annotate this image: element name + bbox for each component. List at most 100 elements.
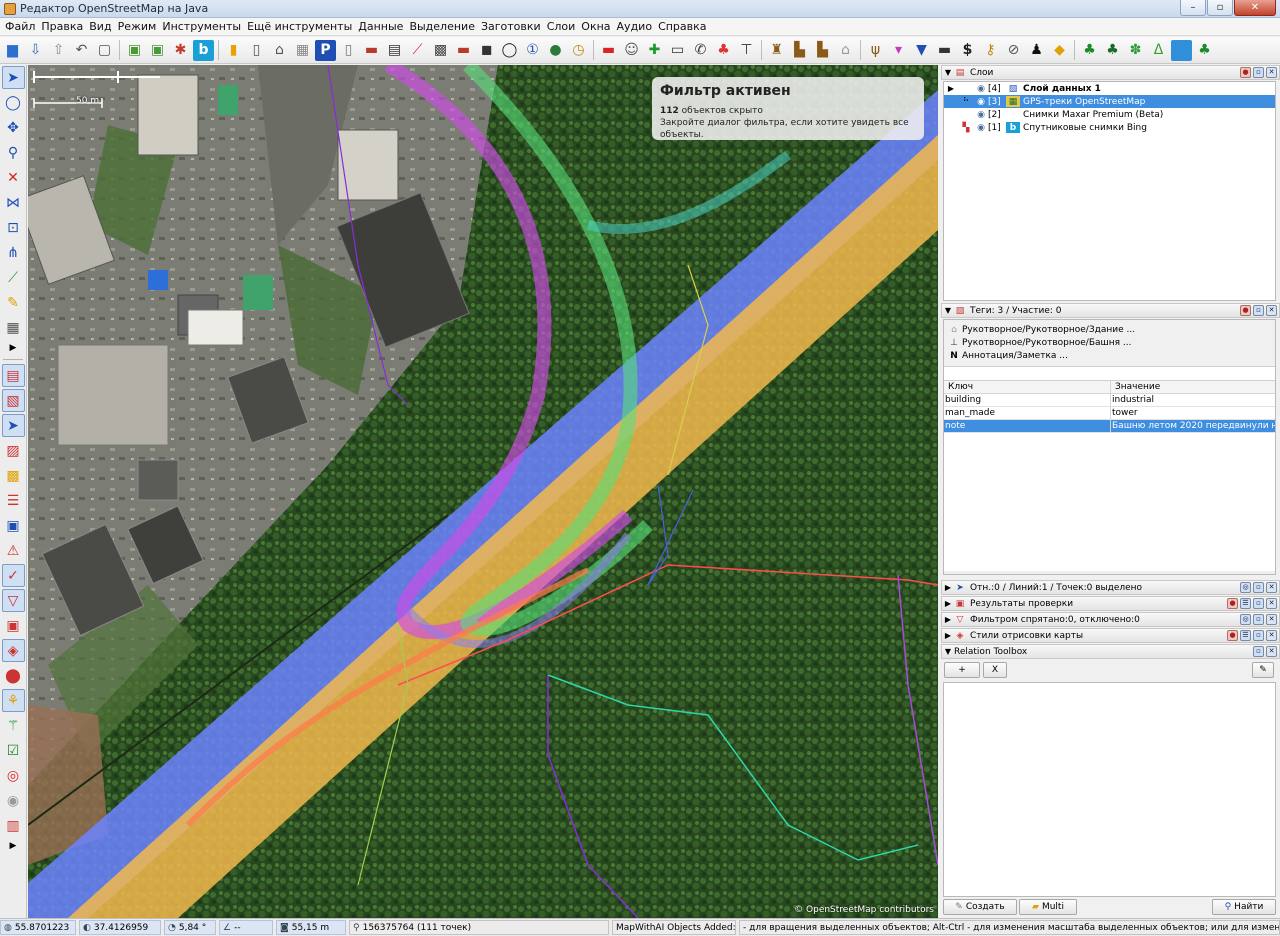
preset-grass-icon[interactable]: ᐃ <box>1148 40 1169 61</box>
layer-expand-icon[interactable]: ▶ <box>944 84 958 93</box>
menu-view[interactable]: Вид <box>86 20 114 33</box>
toggle-wikipedia-icon[interactable]: ◉ <box>2 789 25 812</box>
menu-help[interactable]: Справка <box>655 20 709 33</box>
preset-parking-icon[interactable]: P <box>315 39 336 61</box>
parallel-way-icon[interactable]: ⊡ <box>2 216 25 239</box>
expand-arrow-icon[interactable]: ▶ <box>942 631 954 640</box>
preset-building-yellow-icon[interactable]: ▮ <box>223 40 244 61</box>
menu-windows[interactable]: Окна <box>578 20 613 33</box>
preset-fence-icon[interactable]: ▤ <box>384 40 405 61</box>
relation-toolbox-header[interactable]: ▼ Relation Toolbox ▫ ✕ <box>941 644 1280 659</box>
dialog-hide-icon[interactable]: ✕ <box>1266 67 1277 78</box>
expand-arrow-icon[interactable]: ▶ <box>942 615 954 624</box>
preset-bus-icon[interactable]: ▭ <box>667 40 688 61</box>
preset-pharmacy-icon[interactable]: ✚ <box>644 40 665 61</box>
visibility-eye-icon[interactable]: ◉ <box>974 110 988 120</box>
menu-mode[interactable]: Режим <box>115 20 160 33</box>
longitude-field[interactable]: ◐ 37.4126959 <box>79 920 161 935</box>
menu-presets[interactable]: Заготовки <box>478 20 544 33</box>
preset-money-icon[interactable]: $ <box>957 40 978 61</box>
menu-data[interactable]: Данные <box>355 20 406 33</box>
draw-pencil-icon[interactable]: ✎ <box>2 291 25 314</box>
edit-relation-button[interactable]: ✎ <box>1252 662 1274 678</box>
measure-icon[interactable]: ⟋ <box>2 266 25 289</box>
visibility-eye-icon[interactable]: ◉ <box>974 123 988 133</box>
expand-arrow-icon[interactable]: ▶ <box>942 583 954 592</box>
selection-dialog-header[interactable]: ▶ ➤ Отн.:0 / Линий:1 / Точек:0 выделено … <box>941 580 1280 595</box>
preset-factory-icon[interactable]: ▙ <box>789 40 810 61</box>
toggle-authors-icon[interactable]: ▨ <box>2 439 25 462</box>
preset-checker-icon[interactable]: ▩ <box>430 40 451 61</box>
layer-row[interactable]: ▚ ◉ [1] b Спутниковые снимки Bing <box>944 121 1275 134</box>
preset-theatre-icon[interactable]: ☺ <box>621 40 642 61</box>
validator-icon[interactable]: ✱ <box>170 40 191 61</box>
latitude-field[interactable]: ◍ 55.8701223 <box>0 920 76 935</box>
maximize-button[interactable]: ▫ <box>1207 0 1233 16</box>
expand-arrow-icon[interactable]: ▶ <box>942 599 954 608</box>
preset-clothes-icon[interactable]: ▼ <box>911 40 932 61</box>
column-value[interactable]: Значение <box>1111 381 1275 393</box>
preset-water-icon[interactable] <box>1171 39 1192 61</box>
dialog-detach-icon[interactable]: ▫ <box>1253 646 1264 657</box>
map-canvas[interactable] <box>28 65 938 918</box>
filter-dialog-header[interactable]: ▶ ▽ Фильтром спрятано:0, отключено:0 ◎ ▫… <box>941 612 1280 627</box>
toggle-selection-icon[interactable]: ➤ <box>1 414 25 437</box>
dialog-hide-icon[interactable]: ✕ <box>1266 582 1277 593</box>
toggle-commands-icon[interactable]: ☰ <box>2 489 25 512</box>
dialog-hide-icon[interactable]: ✕ <box>1266 305 1277 316</box>
preset-person-icon[interactable]: ♟ <box>1026 40 1047 61</box>
imagery-icon[interactable]: ▣ <box>124 40 145 61</box>
undo-icon[interactable]: ↶ <box>71 40 92 61</box>
preset-bag-icon[interactable]: ◆ <box>1049 40 1070 61</box>
menu-audio[interactable]: Аудио <box>614 20 656 33</box>
menu-edit[interactable]: Правка <box>38 20 86 33</box>
preset-forest-icon[interactable]: ♣ <box>1102 40 1123 61</box>
table-row[interactable]: building industrial <box>944 394 1275 407</box>
preset-castle-icon[interactable]: ♜ <box>766 40 787 61</box>
layers-dialog-header[interactable]: ▼ ▤ Слои ● ▫ ✕ <box>941 65 1280 80</box>
close-button[interactable]: ✕ <box>1234 0 1276 16</box>
visibility-eye-icon[interactable]: ◉ <box>974 84 988 94</box>
preset-balloons-icon[interactable]: ♣ <box>713 40 734 61</box>
tags-dialog-header[interactable]: ▼ ▧ Теги: 3 / Участие: 0 ● ▫ ✕ <box>941 303 1280 318</box>
zoom-preview-icon[interactable]: ▢ <box>94 40 115 61</box>
improve-way-icon[interactable]: ⋈ <box>2 191 25 214</box>
draw-nodes-icon[interactable]: ✥ <box>2 116 25 139</box>
create-button[interactable]: ✎ Создать <box>943 899 1017 915</box>
preset-number-icon[interactable]: ① <box>522 40 543 61</box>
clear-relation-button[interactable]: X <box>983 662 1007 678</box>
preset-globe-icon[interactable]: ● <box>545 40 566 61</box>
toggle-relations-icon[interactable]: ▣ <box>2 614 25 637</box>
preset-industrial-icon[interactable]: ▙ <box>812 40 833 61</box>
preset-link[interactable]: N Аннотация/Заметка ... <box>944 349 1275 362</box>
preset-flag-icon[interactable]: ▬ <box>598 40 619 61</box>
preset-tree-icon[interactable]: ♣ <box>1079 40 1100 61</box>
collapse-arrow-icon[interactable]: ▼ <box>942 306 954 315</box>
menu-tools[interactable]: Инструменты <box>159 20 244 33</box>
dialog-dock-icon[interactable]: ◎ <box>1240 614 1251 625</box>
upload-icon[interactable]: ⇧ <box>48 40 69 61</box>
toggle-notes-icon[interactable]: ⬤ <box>2 664 25 687</box>
toggle-validation-icon[interactable]: ✓ <box>1 564 25 587</box>
toggle-todo-icon[interactable]: ☑ <box>2 739 25 762</box>
dialog-settings-icon[interactable]: ☰ <box>1240 598 1251 609</box>
bing-icon[interactable]: b <box>193 39 214 61</box>
preset-phone-icon[interactable]: ✆ <box>690 40 711 61</box>
building-tool-icon[interactable]: ▦ <box>2 316 25 339</box>
dialog-hide-icon[interactable]: ✕ <box>1266 646 1277 657</box>
dialog-close-icon[interactable]: ● <box>1240 305 1251 316</box>
dialog-detach-icon[interactable]: ▫ <box>1253 582 1264 593</box>
preset-wall-icon[interactable]: ▬ <box>453 40 474 61</box>
preset-gate-icon[interactable]: ▯ <box>338 40 359 61</box>
minimize-button[interactable]: – <box>1180 0 1206 16</box>
preset-door-icon[interactable]: ▯ <box>246 40 267 61</box>
dialog-detach-icon[interactable]: ▫ <box>1253 305 1264 316</box>
toggle-history-icon[interactable]: ▩ <box>2 464 25 487</box>
open-file-icon[interactable]: ▆ <box>2 40 23 61</box>
preset-brick-wall-icon[interactable]: ▬ <box>361 40 382 61</box>
dialog-hide-icon[interactable]: ✕ <box>1266 598 1277 609</box>
dialog-detach-icon[interactable]: ▫ <box>1253 598 1264 609</box>
preset-clock-icon[interactable]: ◷ <box>568 40 589 61</box>
map-attribution[interactable]: © OpenStreetMap contributors <box>794 905 934 915</box>
zoom-mode-icon[interactable]: ⚲ <box>2 141 25 164</box>
